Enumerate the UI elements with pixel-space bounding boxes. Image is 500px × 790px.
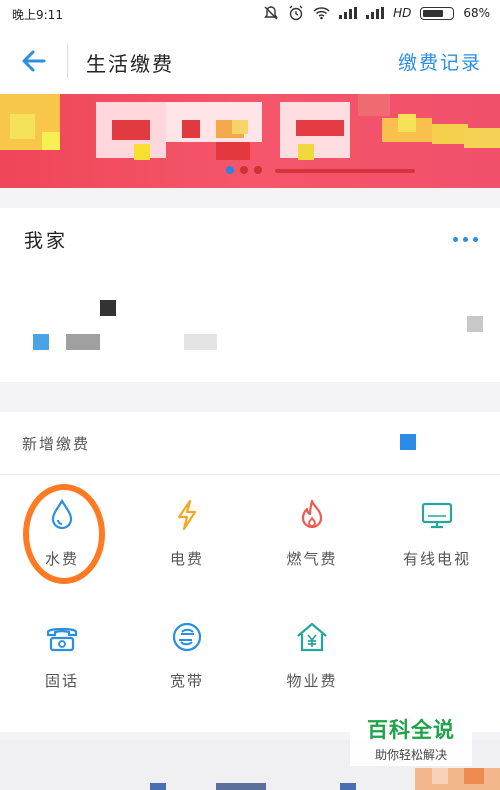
blurred-content-4 — [184, 334, 217, 350]
status-bar: 晚上9:11 HD 68% — [0, 0, 500, 28]
mute-bell-icon — [264, 6, 278, 20]
payment-item-label: 宽带 — [169, 672, 204, 690]
status-time: 晚上9:11 — [12, 8, 63, 22]
page-title: 生活缴费 — [86, 52, 174, 76]
blurred-content-5 — [467, 316, 483, 332]
payment-item-label: 固话 — [44, 672, 79, 690]
payment-item-property[interactable]: 物业费 — [252, 620, 372, 720]
highlight-circle — [23, 484, 105, 584]
alarm-icon — [289, 5, 303, 21]
blurred-content — [100, 300, 116, 316]
wifi-icon — [313, 7, 330, 20]
battery-icon — [420, 6, 455, 20]
back-arrow-icon[interactable] — [20, 47, 48, 75]
lightning-icon — [177, 499, 197, 531]
my-home-title: 我家 — [24, 230, 69, 252]
status-icons: HD 68% — [263, 5, 490, 21]
payment-item-label: 燃气费 — [286, 550, 338, 568]
blurred-badge — [400, 434, 416, 450]
header-bar: 生活缴费 缴费记录 — [0, 28, 500, 94]
promo-banner[interactable] — [0, 94, 500, 188]
header-divider — [67, 44, 68, 78]
telephone-icon — [46, 627, 78, 652]
banner-pager — [226, 166, 262, 174]
payment-item-tv[interactable]: 有线电视 — [377, 498, 497, 598]
flame-icon — [301, 499, 323, 529]
watermark-sub: 助你轻松解决 — [374, 748, 447, 762]
payment-item-broadband[interactable]: 宽带 — [127, 620, 247, 720]
signal-icon — [339, 7, 358, 19]
watermark-logo: 百科全说 助你轻松解决 — [350, 708, 472, 766]
payment-item-label: 电费 — [169, 550, 204, 568]
payment-item-electric[interactable]: 电费 — [127, 498, 247, 598]
watermark-main: 百科全说 — [367, 718, 455, 742]
payment-item-label: 有线电视 — [402, 550, 471, 568]
payment-item-landline[interactable]: 固话 — [2, 620, 122, 720]
blurred-content-2 — [33, 334, 49, 350]
payment-item-label: 物业费 — [286, 672, 338, 690]
network-type: HD — [393, 6, 412, 20]
section-divider — [0, 474, 500, 475]
broadband-icon — [172, 622, 202, 652]
banner-decoration — [275, 169, 415, 173]
more-options-icon[interactable] — [453, 237, 478, 242]
battery-percent: 68% — [463, 6, 490, 20]
add-payment-title: 新增缴费 — [22, 435, 91, 453]
property-house-icon — [297, 622, 327, 652]
payment-history-link[interactable]: 缴费记录 — [398, 48, 482, 75]
tv-icon — [421, 502, 453, 529]
signal-icon-2 — [366, 7, 385, 19]
my-home-card: 我家 — [0, 208, 500, 382]
blurred-content-3 — [66, 334, 100, 350]
payment-item-gas[interactable]: 燃气费 — [252, 498, 372, 598]
